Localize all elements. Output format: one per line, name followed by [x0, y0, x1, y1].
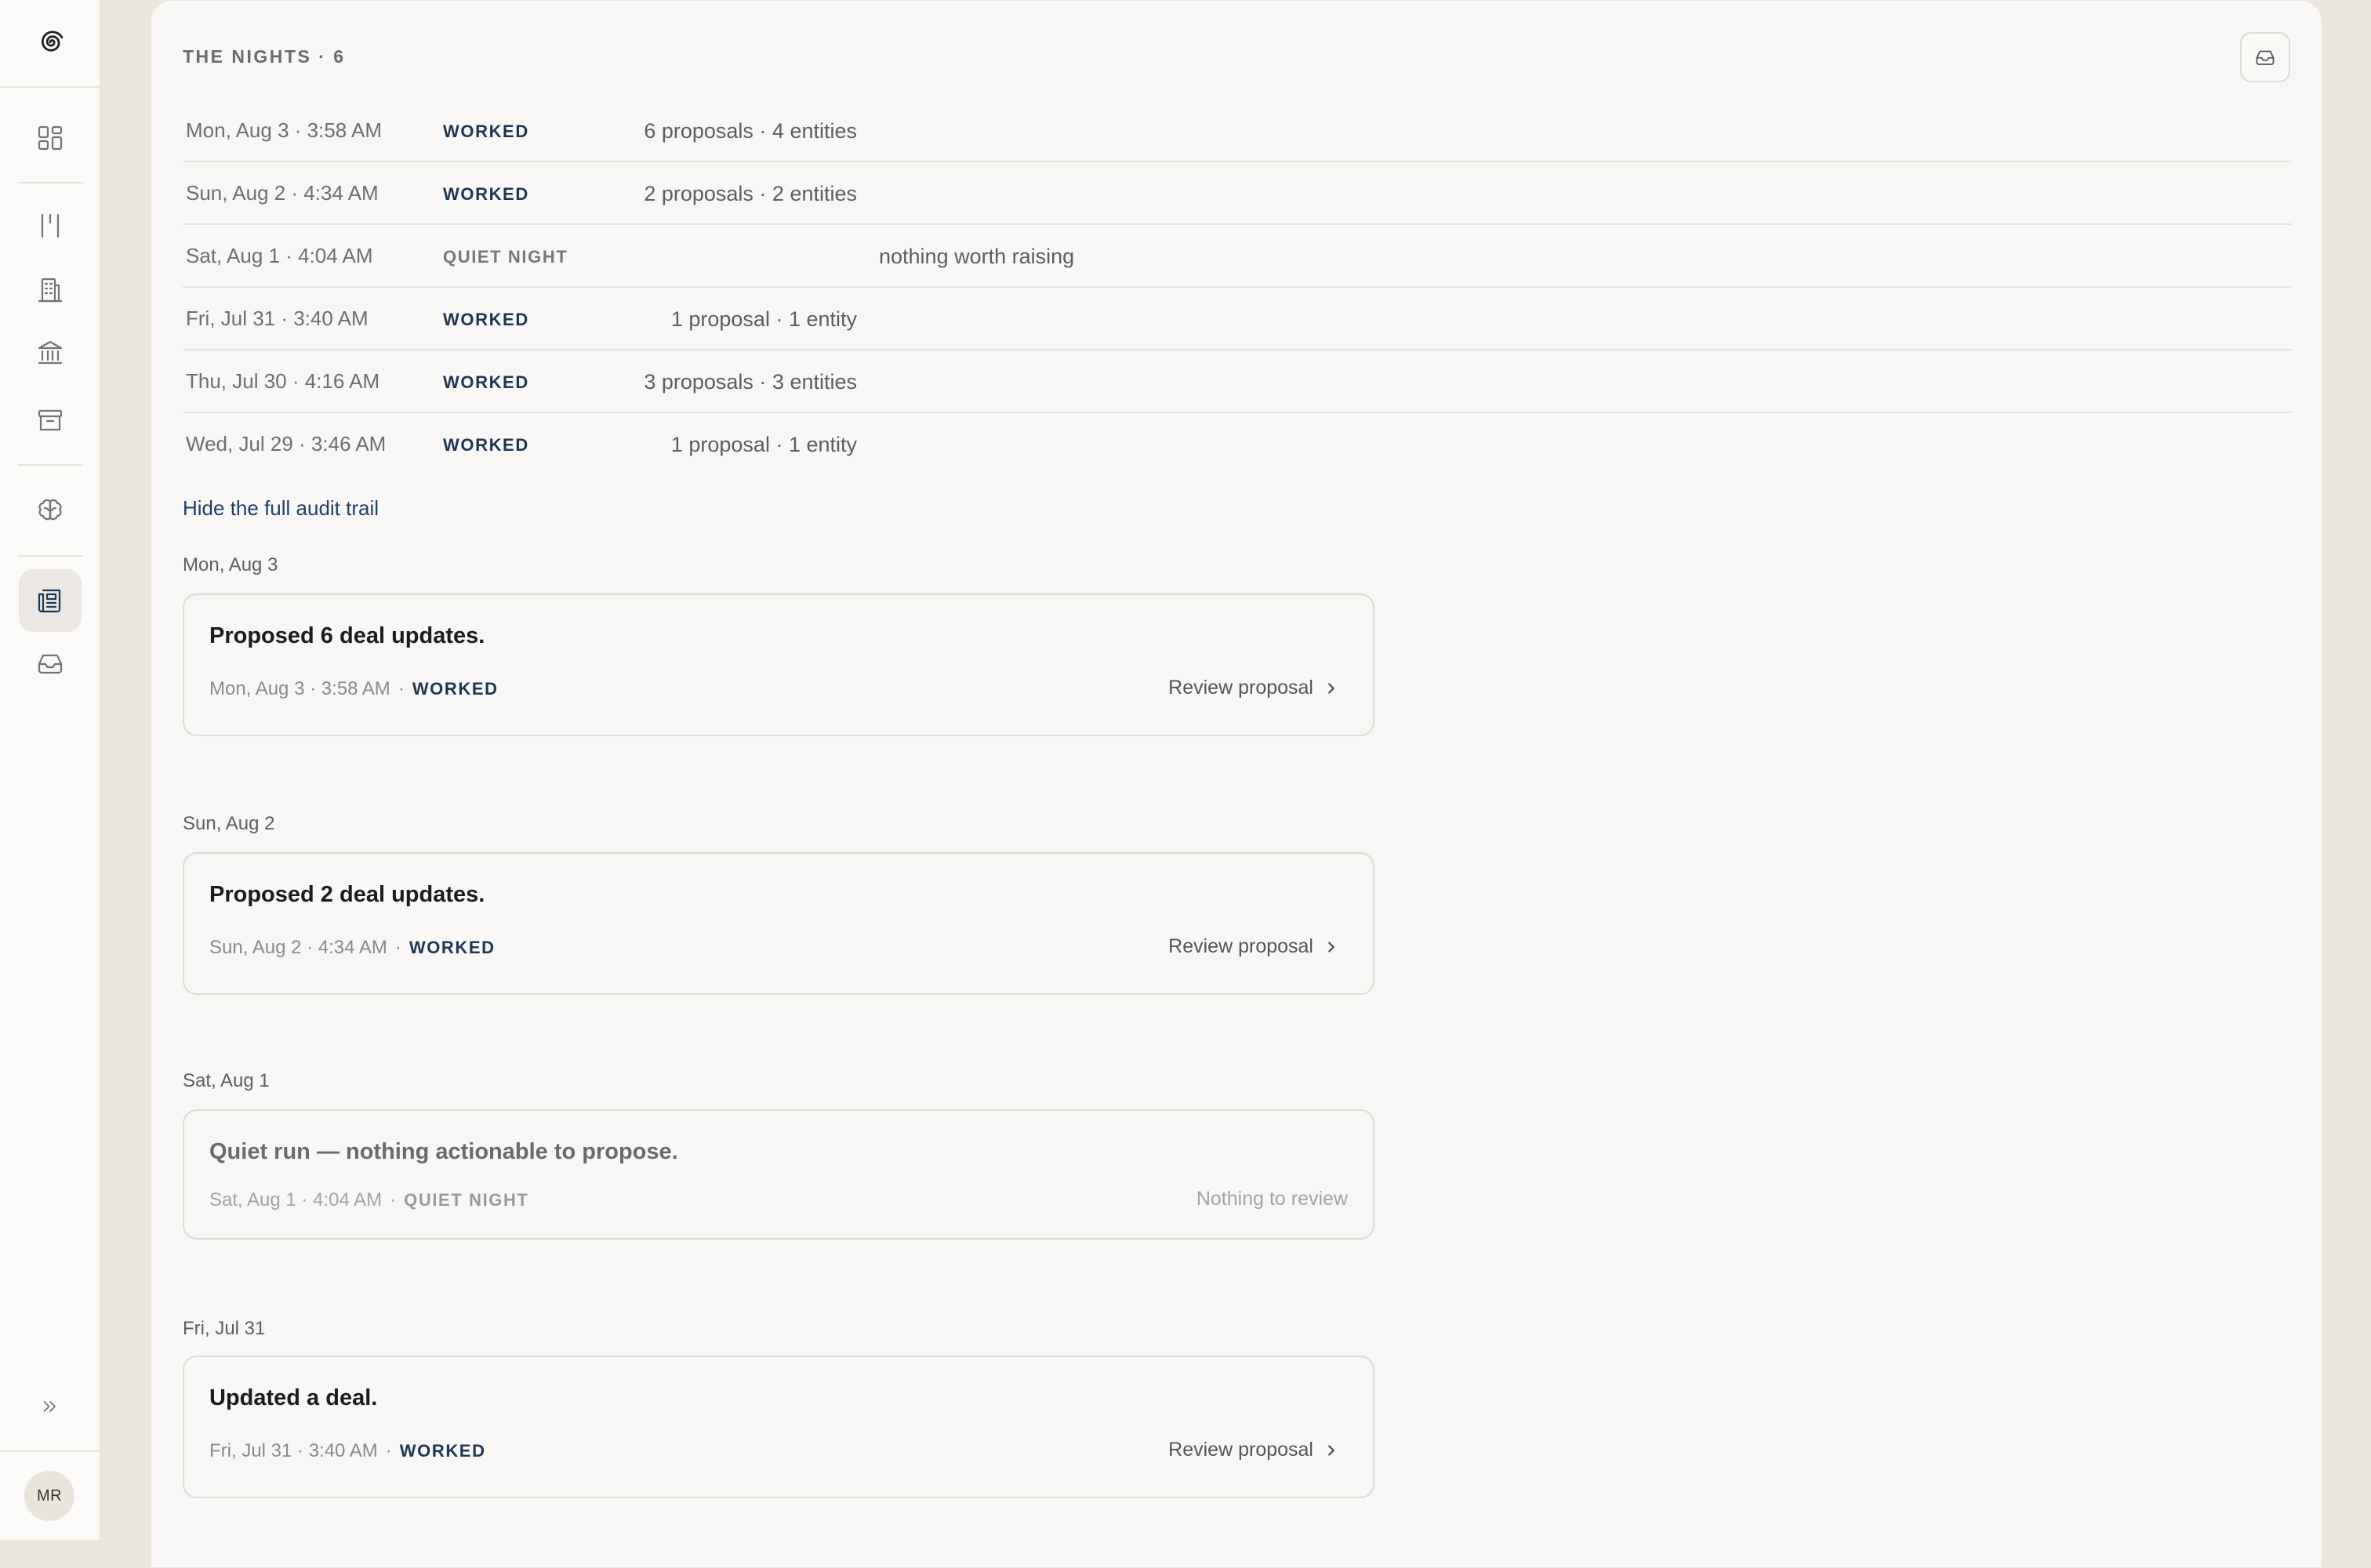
hide-audit-trail-link[interactable]: Hide the full audit trail	[183, 496, 379, 521]
night-date: Sat, Aug 1 · 4:04 AM	[186, 244, 373, 267]
chevron-right-icon	[1328, 682, 1334, 694]
night-row[interactable]: Thu, Jul 30 · 4:16 AM WORKED 3 proposals…	[183, 350, 2292, 413]
night-summary: 1 proposal · 1 entity	[670, 307, 857, 331]
audit-card-timestamp: Sat, Aug 1 · 4:04 AM	[209, 1189, 383, 1210]
audit-card-title: Proposed 2 deal updates.	[209, 882, 485, 907]
sidebar-divider	[0, 86, 100, 88]
inbox-button[interactable]	[2240, 32, 2290, 82]
night-summary: 6 proposals · 4 entities	[644, 119, 857, 143]
night-date: Mon, Aug 3 · 3:58 AM	[186, 118, 383, 142]
sidebar-divider	[0, 1450, 100, 1452]
sidebar-divider	[17, 555, 83, 557]
audit-group-date: Sun, Aug 2	[183, 813, 275, 834]
audit-card-status: WORKED	[412, 679, 499, 699]
meta-separator: ·	[394, 937, 401, 958]
chevron-right-icon	[1328, 1444, 1334, 1456]
audit-card-timestamp: Fri, Jul 31 · 3:40 AM	[209, 1440, 378, 1461]
night-date: Wed, Jul 29 · 3:46 AM	[186, 432, 387, 456]
review-proposal-button[interactable]: Review proposal	[1168, 677, 1338, 699]
dashboard-grid-icon[interactable]	[19, 107, 82, 169]
spiral-logo-icon[interactable]	[19, 11, 82, 74]
night-row[interactable]: Fri, Jul 31 · 3:40 AM WORKED 1 proposal …	[183, 288, 2292, 350]
night-status: QUIET NIGHT	[443, 247, 568, 267]
sidebar-divider	[17, 464, 83, 466]
meta-separator: ·	[385, 1440, 392, 1461]
bank-icon[interactable]	[19, 321, 82, 384]
nights-panel: THE NIGHTS · 6 Mon, Aug 3 · 3:58 AM WORK…	[151, 0, 2322, 1568]
meta-separator: ·	[398, 678, 405, 699]
night-note: nothing worth raising	[879, 245, 1075, 268]
audit-group-date: Fri, Jul 31	[183, 1318, 266, 1339]
night-date: Thu, Jul 30 · 4:16 AM	[186, 369, 380, 393]
review-proposal-button[interactable]: Review proposal	[1168, 935, 1338, 958]
nights-list: Mon, Aug 3 · 3:58 AM WORKED 6 proposals …	[183, 100, 2292, 476]
night-row[interactable]: Mon, Aug 3 · 3:58 AM WORKED 6 proposals …	[183, 100, 2292, 162]
night-status: WORKED	[443, 435, 529, 455]
night-status: WORKED	[443, 310, 529, 329]
night-summary: 1 proposal · 1 entity	[670, 433, 857, 456]
newspaper-icon[interactable]	[19, 569, 82, 632]
night-status: WORKED	[443, 372, 529, 392]
inbox-icon[interactable]	[19, 632, 82, 695]
night-status: WORKED	[443, 184, 529, 204]
night-row[interactable]: Sat, Aug 1 · 4:04 AM QUIET NIGHT nothing…	[183, 225, 2292, 288]
audit-card-title: Quiet run — nothing actionable to propos…	[209, 1139, 678, 1164]
audit-card: Proposed 6 deal updates. Mon, Aug 3 · 3:…	[183, 593, 1374, 736]
night-date: Sun, Aug 2 · 4:34 AM	[186, 181, 379, 205]
meta-separator: ·	[390, 1189, 397, 1210]
audit-card-meta: Sat, Aug 1 · 4:04 AM · QUIET NIGHT	[209, 1189, 529, 1211]
review-proposal-label: Review proposal	[1168, 935, 1313, 957]
audit-card-meta: Fri, Jul 31 · 3:40 AM · WORKED	[209, 1440, 486, 1462]
night-summary: 2 proposals · 2 entities	[644, 182, 857, 205]
brain-icon[interactable]	[19, 480, 82, 543]
review-proposal-button[interactable]: Review proposal	[1168, 1439, 1338, 1461]
avatar[interactable]: MR	[24, 1471, 74, 1521]
audit-card-meta: Mon, Aug 3 · 3:58 AM · WORKED	[209, 678, 499, 700]
nights-header: THE NIGHTS · 6	[183, 46, 346, 67]
night-date: Fri, Jul 31 · 3:40 AM	[186, 307, 369, 330]
nothing-to-review-label: Nothing to review	[1196, 1188, 1348, 1210]
audit-card: Updated a deal. Fri, Jul 31 · 3:40 AM · WO…	[183, 1356, 1374, 1498]
night-summary: 3 proposals · 3 entities	[644, 370, 857, 394]
sidebar: MR	[0, 0, 100, 1540]
review-proposal-label: Review proposal	[1168, 677, 1313, 699]
audit-card-status: WORKED	[399, 1441, 486, 1461]
audit-group-date: Sat, Aug 1	[183, 1070, 270, 1091]
audit-card-title: Proposed 6 deal updates.	[209, 623, 485, 648]
archive-icon[interactable]	[19, 389, 82, 452]
building-icon[interactable]	[19, 259, 82, 321]
audit-card-meta: Sun, Aug 2 · 4:34 AM · WORKED	[209, 937, 496, 959]
inbox-icon	[2256, 50, 2275, 65]
audit-card-status: WORKED	[408, 938, 496, 957]
night-status: WORKED	[443, 122, 529, 141]
audit-card-status: QUIET NIGHT	[404, 1190, 529, 1210]
pipeline-columns-icon[interactable]	[19, 194, 82, 257]
night-row[interactable]: Sun, Aug 2 · 4:34 AM WORKED 2 proposals …	[183, 162, 2292, 225]
chevron-right-icon	[1328, 941, 1334, 953]
audit-card-title: Updated a deal.	[209, 1385, 378, 1410]
night-row[interactable]: Wed, Jul 29 · 3:46 AM WORKED 1 proposal …	[183, 413, 2292, 476]
audit-card-timestamp: Sun, Aug 2 · 4:34 AM	[209, 937, 387, 958]
sidebar-divider	[17, 182, 83, 183]
audit-card: Quiet run — nothing actionable to propos…	[183, 1109, 1374, 1240]
audit-group-date: Mon, Aug 3	[183, 554, 278, 575]
expand-chevrons-icon[interactable]	[19, 1375, 82, 1438]
review-proposal-label: Review proposal	[1168, 1439, 1313, 1461]
audit-card: Proposed 2 deal updates. Sun, Aug 2 · 4:…	[183, 852, 1374, 995]
audit-card-timestamp: Mon, Aug 3 · 3:58 AM	[209, 678, 390, 699]
